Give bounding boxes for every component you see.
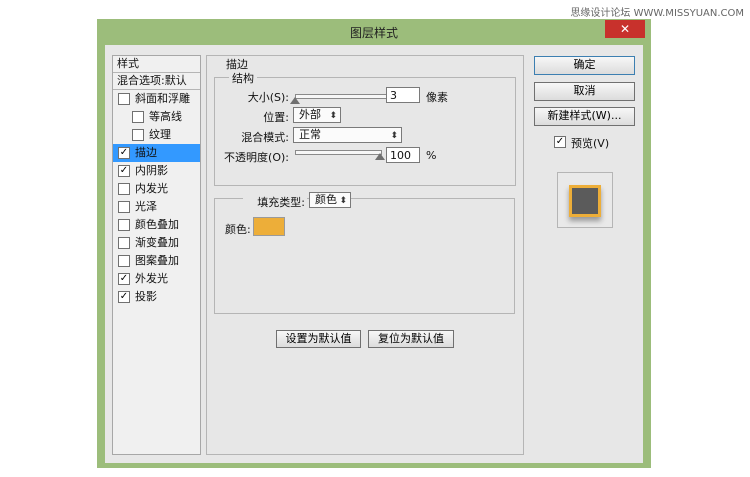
style-item-checkbox[interactable] — [118, 255, 130, 267]
structure-legend: 结构 — [229, 70, 257, 86]
style-item-label: 纹理 — [149, 128, 171, 141]
opacity-slider[interactable] — [295, 150, 382, 155]
style-item[interactable]: 等高线 — [113, 108, 200, 126]
blend-mode-value: 正常 — [299, 128, 321, 141]
size-slider[interactable] — [295, 94, 387, 99]
size-input[interactable]: 3 — [386, 87, 420, 103]
style-item-label: 外发光 — [135, 272, 168, 285]
blend-mode-label: 混合模式: — [241, 131, 289, 144]
style-item-checkbox[interactable] — [118, 201, 130, 213]
position-value: 外部 — [299, 108, 321, 121]
style-item[interactable]: 渐变叠加 — [113, 234, 200, 252]
fill-type-select[interactable]: 颜色 ⬍ — [309, 192, 351, 208]
style-item[interactable]: 内发光 — [113, 180, 200, 198]
cancel-button[interactable]: 取消 — [534, 82, 635, 101]
style-item[interactable]: 斜面和浮雕 — [113, 90, 200, 108]
chevron-updown-icon: ⬍ — [329, 111, 337, 121]
style-item-checkbox[interactable] — [118, 219, 130, 231]
fill-type-label: 填充类型: — [243, 194, 307, 210]
chevron-updown-icon: ⬍ — [390, 131, 398, 141]
size-slider-thumb[interactable] — [290, 97, 300, 104]
style-item[interactable]: 颜色叠加 — [113, 216, 200, 234]
position-label: 位置: — [263, 111, 289, 124]
style-item-label: 投影 — [135, 290, 157, 303]
preview-thumbnail — [569, 185, 601, 217]
style-preview — [557, 172, 613, 228]
preview-label: 预览(V) — [571, 137, 610, 150]
style-item-checkbox[interactable]: ✓ — [118, 165, 130, 177]
fill-type-value: 颜色 — [315, 193, 337, 206]
style-item-label: 内阴影 — [135, 164, 168, 177]
style-item[interactable]: ✓ 描边 — [113, 144, 200, 162]
style-list: 样式 混合选项:默认 斜面和浮雕等高线纹理 ✓ 描边 ✓ 内阴影内发光光泽颜色叠加渐变叠… — [112, 55, 201, 455]
size-unit: 像素 — [426, 91, 448, 104]
preview-checkbox[interactable]: ✓ — [554, 136, 566, 148]
style-item[interactable]: 图案叠加 — [113, 252, 200, 270]
watermark: 思缘设计论坛 WWW.MISSYUAN.COM — [570, 8, 744, 19]
style-item-checkbox[interactable] — [118, 93, 130, 105]
color-swatch[interactable] — [253, 217, 285, 236]
reset-default-button[interactable]: 复位为默认值 — [368, 330, 454, 348]
style-item-label: 描边 — [135, 146, 157, 159]
fill-group: 填充类型: 颜色 ⬍ 颜色: — [214, 192, 515, 314]
style-item-label: 图案叠加 — [135, 254, 179, 267]
layer-style-dialog: 图层样式 ✕ 样式 混合选项:默认 斜面和浮雕等高线纹理 ✓ 描边 ✓ 内阴影内发光光泽… — [97, 19, 651, 468]
blend-options-item[interactable]: 混合选项:默认 — [113, 73, 200, 90]
color-label: 颜色: — [225, 223, 251, 236]
style-item[interactable]: ✓ 投影 — [113, 288, 200, 306]
style-item-label: 渐变叠加 — [135, 236, 179, 249]
opacity-label: 不透明度(O): — [224, 151, 289, 164]
opacity-slider-thumb[interactable] — [375, 153, 385, 160]
style-item-label: 内发光 — [135, 182, 168, 195]
style-item-checkbox[interactable] — [132, 111, 144, 123]
style-item-label: 等高线 — [149, 110, 182, 123]
ok-button[interactable]: 确定 — [534, 56, 635, 75]
style-item-checkbox[interactable] — [118, 183, 130, 195]
style-item-label: 斜面和浮雕 — [135, 92, 190, 105]
style-item-label: 光泽 — [135, 200, 157, 213]
opacity-unit: % — [426, 149, 437, 162]
dialog-title: 图层样式 — [349, 26, 398, 40]
set-default-button[interactable]: 设置为默认值 — [276, 330, 361, 348]
style-item-checkbox[interactable]: ✓ — [118, 147, 130, 159]
style-item[interactable]: ✓ 内阴影 — [113, 162, 200, 180]
close-button[interactable]: ✕ — [605, 20, 645, 38]
stroke-panel: 描边 结构 大小(S): 3 像素 位置: 外部 ⬍ 混合模式: 正常 ⬍ 不透… — [206, 55, 524, 455]
structure-group: 结构 大小(S): 3 像素 位置: 外部 ⬍ 混合模式: 正常 ⬍ 不透明度(… — [214, 70, 516, 186]
style-item[interactable]: 光泽 — [113, 198, 200, 216]
style-item-checkbox[interactable] — [118, 237, 130, 249]
opacity-input[interactable]: 100 — [386, 147, 420, 163]
position-select[interactable]: 外部 ⬍ — [293, 107, 341, 123]
style-item[interactable]: 纹理 — [113, 126, 200, 144]
title-bar[interactable]: 图层样式 ✕ — [97, 19, 651, 45]
style-items: 斜面和浮雕等高线纹理 ✓ 描边 ✓ 内阴影内发光光泽颜色叠加渐变叠加图案叠加 ✓ 外发光 ✓ 投… — [113, 90, 200, 306]
dialog-body: 样式 混合选项:默认 斜面和浮雕等高线纹理 ✓ 描边 ✓ 内阴影内发光光泽颜色叠加渐变叠… — [105, 45, 643, 463]
style-item-checkbox[interactable] — [132, 129, 144, 141]
style-list-header[interactable]: 样式 — [113, 56, 200, 73]
close-icon: ✕ — [619, 22, 631, 36]
size-label: 大小(S): — [247, 91, 289, 104]
style-item-checkbox[interactable]: ✓ — [118, 291, 130, 303]
new-style-button[interactable]: 新建样式(W)... — [534, 107, 635, 126]
style-item-label: 颜色叠加 — [135, 218, 179, 231]
blend-mode-select[interactable]: 正常 ⬍ — [293, 127, 402, 143]
style-item[interactable]: ✓ 外发光 — [113, 270, 200, 288]
style-item-checkbox[interactable]: ✓ — [118, 273, 130, 285]
chevron-updown-icon: ⬍ — [339, 196, 347, 206]
